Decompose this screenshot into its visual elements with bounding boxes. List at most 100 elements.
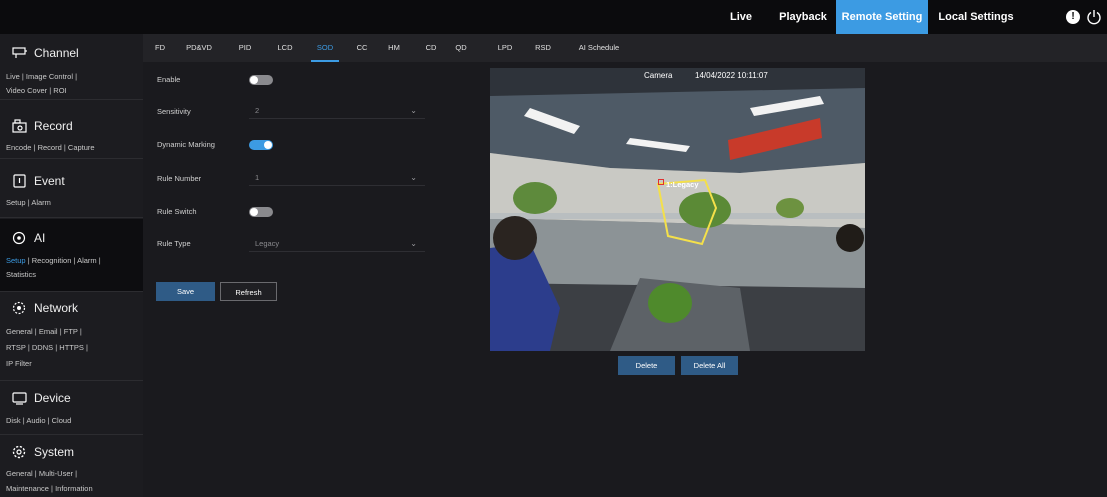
save-button[interactable]: Save <box>156 282 215 301</box>
separator: | <box>75 469 78 478</box>
sidebar-link-ftp[interactable]: FTP <box>64 327 78 336</box>
sensitivity-label: Sensitivity <box>157 107 191 116</box>
tab-qd[interactable]: QD <box>451 34 471 62</box>
sidebar-link-general[interactable]: General <box>6 327 33 336</box>
sidebar-section-channel: Channel Live | Image Control | Video Cov… <box>0 34 143 100</box>
sidebar-head-system[interactable]: System <box>12 445 74 459</box>
sidebar-links-ai: Setup | Recognition | Alarm | Statistics <box>6 254 141 282</box>
separator: | <box>59 327 62 336</box>
enable-toggle[interactable] <box>249 75 273 85</box>
tab-lpd[interactable]: LPD <box>493 34 517 62</box>
sidebar-head-device[interactable]: Device <box>12 391 71 405</box>
sidebar-link-audio[interactable]: Audio <box>26 416 45 425</box>
enable-label: Enable <box>157 75 181 84</box>
gear-icon <box>12 445 26 459</box>
sidebar-link-live[interactable]: Live <box>6 72 20 81</box>
tab-ai-schedule[interactable]: AI Schedule <box>573 34 625 62</box>
remote-setting-tab[interactable]: Remote Setting <box>836 0 928 34</box>
sidebar-link-recognition[interactable]: Recognition <box>32 256 72 265</box>
sidebar-link-information[interactable]: Information <box>55 484 93 493</box>
sidebar-title-ai: AI <box>34 231 46 245</box>
sidebar-head-ai[interactable]: AI <box>12 231 45 245</box>
local-settings-tab[interactable]: Local Settings <box>930 0 1022 34</box>
sidebar-link-image-control[interactable]: Image Control <box>26 72 73 81</box>
record-icon <box>12 119 27 133</box>
separator: | <box>34 469 37 478</box>
dynamic-marking-label: Dynamic Marking <box>157 140 215 149</box>
tab-rsd[interactable]: RSD <box>531 34 555 62</box>
rule-switch-toggle[interactable] <box>249 207 273 217</box>
tab-sod[interactable]: SOD <box>311 34 339 62</box>
sidebar-head-network[interactable]: Network <box>12 301 78 315</box>
sidebar-title-device: Device <box>34 391 71 405</box>
sensitivity-select[interactable]: 2 ⌄ <box>249 102 425 119</box>
power-icon[interactable] <box>1086 9 1102 25</box>
sidebar-title-channel: Channel <box>34 46 79 60</box>
sidebar-link-ip-filter[interactable]: IP Filter <box>6 359 32 368</box>
rule-marker-icon[interactable] <box>658 179 664 185</box>
device-icon <box>12 392 27 405</box>
separator: | <box>22 416 25 425</box>
sidebar-link-email[interactable]: Email <box>39 327 58 336</box>
sidebar-links-device: Disk | Audio | Cloud <box>6 414 141 428</box>
sidebar-link-maintenance[interactable]: Maintenance <box>6 484 49 493</box>
rule-type-label: Rule Type <box>157 239 191 248</box>
alert-icon[interactable]: ! <box>1066 10 1080 24</box>
sidebar-link-cloud[interactable]: Cloud <box>52 416 72 425</box>
separator: | <box>21 72 24 81</box>
separator: | <box>27 256 30 265</box>
sidebar-link-roi[interactable]: ROI <box>53 86 66 95</box>
sidebar-link-video-cover[interactable]: Video Cover <box>6 86 47 95</box>
separator: | <box>33 143 36 152</box>
sidebar-head-channel[interactable]: Channel <box>12 46 79 60</box>
playback-tab[interactable]: Playback <box>772 0 834 34</box>
live-tab[interactable]: Live <box>718 0 764 34</box>
separator: | <box>27 198 30 207</box>
delete-button[interactable]: Delete <box>618 356 675 375</box>
sidebar-link-system-general[interactable]: General <box>6 469 33 478</box>
sidebar-link-alarm[interactable]: Alarm <box>31 198 51 207</box>
tab-fd[interactable]: FD <box>149 34 171 62</box>
sidebar-link-capture[interactable]: Capture <box>68 143 95 152</box>
tab-pid[interactable]: PID <box>235 34 255 62</box>
sidebar-links-channel: Live | Image Control | Video Cover | ROI <box>6 70 141 98</box>
sidebar-links-record: Encode | Record | Capture <box>6 141 141 155</box>
sidebar-section-device: Device Disk | Audio | Cloud <box>0 382 143 435</box>
sidebar-link-https[interactable]: HTTPS <box>59 343 84 352</box>
sidebar-link-ai-setup[interactable]: Setup <box>6 256 26 265</box>
sidebar-link-record[interactable]: Record <box>38 143 62 152</box>
rule-number-select[interactable]: 1 ⌄ <box>249 169 425 186</box>
sidebar-link-encode[interactable]: Encode <box>6 143 31 152</box>
sidebar-head-record[interactable]: Record <box>12 119 73 133</box>
chevron-down-icon: ⌄ <box>410 239 417 248</box>
sidebar-section-ai: AI Setup | Recognition | Alarm | Statist… <box>0 219 143 292</box>
sidebar-link-ai-alarm[interactable]: Alarm <box>77 256 97 265</box>
separator: | <box>63 143 66 152</box>
separator: | <box>75 72 78 81</box>
sidebar-title-network: Network <box>34 301 79 315</box>
tab-lcd[interactable]: LCD <box>273 34 297 62</box>
camera-scene <box>490 68 865 351</box>
sidebar-section-system: System General | Multi-User | Maintenanc… <box>0 436 143 497</box>
sidebar-link-statistics[interactable]: Statistics <box>6 270 36 279</box>
tab-cd[interactable]: CD <box>421 34 441 62</box>
chevron-down-icon: ⌄ <box>410 106 417 115</box>
separator: | <box>55 343 58 352</box>
dynamic-marking-toggle[interactable] <box>249 140 273 150</box>
refresh-button[interactable]: Refresh <box>220 282 277 301</box>
sidebar-title-system: System <box>34 445 75 459</box>
sidebar-head-event[interactable]: Event <box>12 174 65 188</box>
tab-hm[interactable]: HM <box>383 34 405 62</box>
sidebar-link-disk[interactable]: Disk <box>6 416 21 425</box>
rule-type-select[interactable]: Legacy ⌄ <box>249 235 425 252</box>
sidebar-link-ddns[interactable]: DDNS <box>32 343 53 352</box>
sidebar-link-rtsp[interactable]: RTSP <box>6 343 26 352</box>
sidebar-link-multi-user[interactable]: Multi-User <box>39 469 73 478</box>
function-tabs: FD PD&VD PID LCD SOD CC HM CD QD LPD RSD… <box>143 34 1107 62</box>
tab-cc[interactable]: CC <box>352 34 372 62</box>
camera-preview[interactable]: Camera 14/04/2022 10:11:07 1:Legacy <box>490 68 865 351</box>
sidebar-link-setup[interactable]: Setup <box>6 198 26 207</box>
separator: | <box>73 256 76 265</box>
delete-all-button[interactable]: Delete All <box>681 356 738 375</box>
tab-pd-vd[interactable]: PD&VD <box>183 34 215 62</box>
